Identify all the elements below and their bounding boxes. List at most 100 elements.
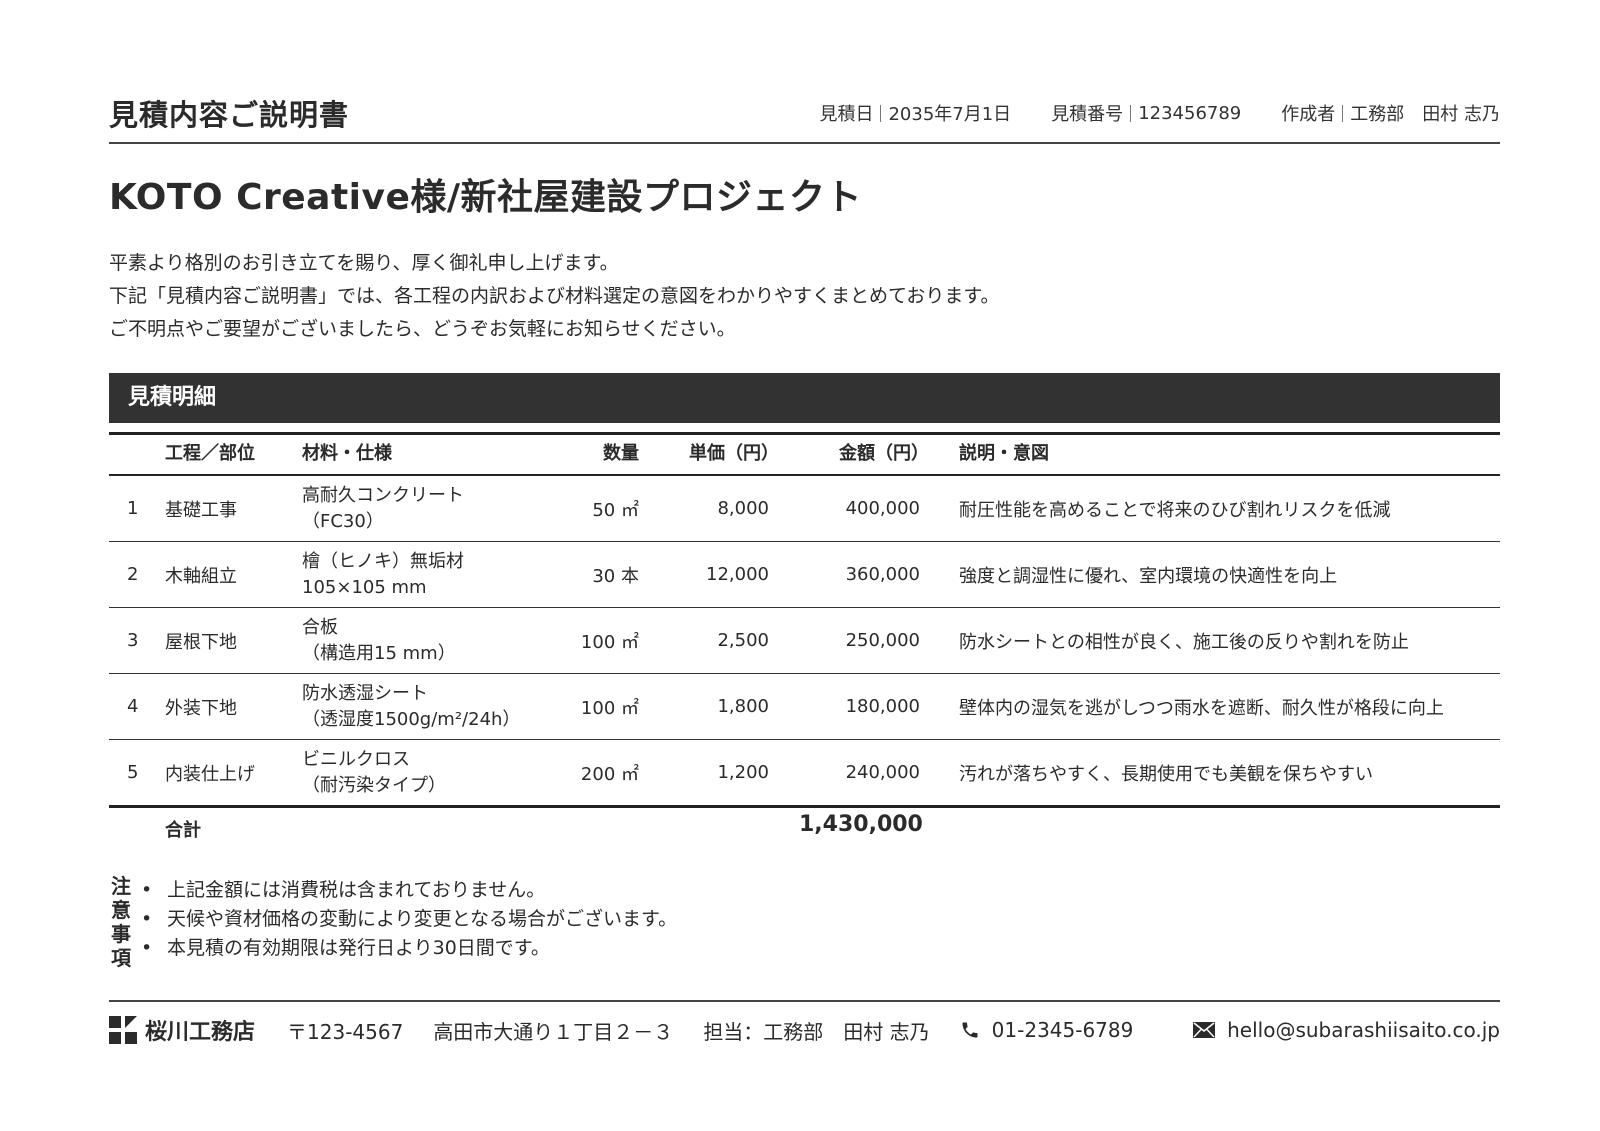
material-spec: （透湿度1500g/m²/24h） [302,708,521,730]
footer-phone: 01-2345-6789 [960,1018,1134,1042]
meta-value: 工務部 田村 志乃 [1350,104,1500,125]
material-name: 合板 [302,616,338,638]
notes-list: • 上記金額には消費税は含まれておりません。 • 天候や資材価格の変動により変更… [141,876,677,963]
intro-text: 平素より格別のお引き立てを賜り、厚く御礼申し上げます。 下記「見積内容ご説明書」… [109,247,1000,346]
email-address: hello@subarashiisaito.co.jp [1227,1018,1500,1042]
table-row: 5 内装仕上げ ビニルクロス （耐汚染タイプ） 200 ㎡ 1,200 240,… [109,740,1500,808]
row-material: 防水透湿シート （透湿度1500g/m²/24h） [302,674,520,739]
header-amount: 金額（円） [839,443,929,464]
row-number: 5 [127,762,139,783]
header-description: 説明・意図 [959,443,1049,464]
footer: 桜川工務店 〒123-4567 高田市大通り１丁目２－３ 担当：工務部 田村 志… [109,1012,1500,1048]
total-amount: 1,430,000 [799,812,923,837]
row-unit-price: 1,800 [717,696,769,717]
material-spec: （FC30） [302,510,384,532]
footer-email: hello@subarashiisaito.co.jp [1193,1018,1500,1042]
table-row: 3 屋根下地 合板 （構造用15 mm） 100 ㎡ 2,500 250,000… [109,608,1500,674]
note-item: • 上記金額には消費税は含まれておりません。 [141,876,677,905]
header-divider [109,142,1500,144]
notes-label-char: 意 [111,898,131,922]
phone-number: 01-2345-6789 [991,1018,1134,1042]
row-process: 屋根下地 [165,631,237,653]
bullet-icon: • [141,908,153,930]
footer-contact: 担当：工務部 田村 志乃 [703,1019,930,1044]
note-text: 天候や資材価格の変動により変更となる場合がございます。 [167,908,678,930]
header-unit-price: 単価（円） [689,443,779,464]
estimate-document: 見積内容ご説明書 見積日 2035年7月1日 見積番号 123456789 作成… [109,0,1500,1131]
row-description: 強度と調湿性に優れ、室内環境の快適性を向上 [959,565,1338,587]
bullet-icon: • [141,879,153,901]
section-title-bar: 見積明細 [109,373,1500,423]
intro-line: ご不明点やご要望がございましたら、どうぞお気軽にお知らせください。 [109,318,736,340]
notes-label-char: 事 [111,922,131,946]
row-number: 2 [127,564,139,585]
row-unit-price: 8,000 [717,498,769,519]
note-text: 上記金額には消費税は含まれておりません。 [167,879,546,901]
meta-value: 123456789 [1138,102,1242,124]
row-process: 内装仕上げ [165,763,255,785]
phone-icon [960,1020,980,1040]
footer-postal: 〒123-4567 [287,1019,404,1044]
intro-line: 平素より格別のお引き立てを賜り、厚く御礼申し上げます。 [109,252,619,274]
row-amount: 180,000 [845,696,920,717]
header-qty: 数量 [603,443,639,464]
company-name: 桜川工務店 [145,1020,256,1045]
header-process: 工程／部位 [165,443,255,464]
meta-label: 見積日 [819,104,874,125]
header-material: 材料・仕様 [302,443,392,464]
footer-divider [109,1000,1500,1002]
row-number: 3 [127,630,139,651]
mail-icon [1193,1022,1216,1038]
note-item: • 本見積の有効期限は発行日より30日間です。 [141,934,677,963]
table-total-row: 合計 1,430,000 [109,808,1500,852]
row-process: 外装下地 [165,697,237,719]
row-amount: 360,000 [845,564,920,585]
notes-label: 注 意 事 項 [109,874,133,970]
project-title: KOTO Creative様/新社屋建設プロジェクト [109,177,863,218]
row-qty: 30 本 [592,565,639,587]
total-label: 合計 [165,820,201,841]
material-name: ビニルクロス [302,748,410,770]
row-material: 檜（ヒノキ）無垢材 105×105 mm [302,542,464,607]
document-title: 見積内容ご説明書 [109,98,350,132]
row-amount: 400,000 [845,498,920,519]
document-meta: 見積日 2035年7月1日 見積番号 123456789 作成者 工務部 田村 … [819,100,1500,126]
bullet-icon: • [141,937,153,959]
estimate-table: 工程／部位 材料・仕様 数量 単価（円） 金額（円） 説明・意図 1 基礎工事 … [109,432,1500,852]
logo-icon [109,1016,137,1044]
row-amount: 250,000 [845,630,920,651]
row-material: 高耐久コンクリート （FC30） [302,476,464,541]
row-unit-price: 2,500 [717,630,769,651]
material-name: 高耐久コンクリート [302,484,464,506]
meta-divider [880,104,882,122]
row-qty: 100 ㎡ [580,697,639,719]
row-process: 木軸組立 [165,565,237,587]
row-number: 4 [127,696,139,717]
meta-value: 2035年7月1日 [888,104,1012,125]
row-process: 基礎工事 [165,499,237,521]
footer-address: 高田市大通り１丁目２－３ [433,1019,674,1044]
row-qty: 100 ㎡ [580,631,639,653]
row-material: 合板 （構造用15 mm） [302,608,456,673]
row-material: ビニルクロス （耐汚染タイプ） [302,740,446,805]
table-row: 4 外装下地 防水透湿シート （透湿度1500g/m²/24h） 100 ㎡ 1… [109,674,1500,740]
row-unit-price: 12,000 [706,564,769,585]
material-name: 檜（ヒノキ）無垢材 [302,550,464,572]
meta-label: 作成者 [1281,104,1336,125]
meta-label: 見積番号 [1051,104,1124,125]
note-item: • 天候や資材価格の変動により変更となる場合がございます。 [141,905,677,934]
meta-estimate-number: 見積番号 123456789 [1051,100,1241,126]
intro-line: 下記「見積内容ご説明書」では、各工程の内訳および材料選定の意図をわかりやすくまと… [109,285,1000,307]
row-qty: 200 ㎡ [580,763,639,785]
note-text: 本見積の有効期限は発行日より30日間です。 [167,937,550,959]
material-spec: （構造用15 mm） [302,642,456,664]
table-row: 1 基礎工事 高耐久コンクリート （FC30） 50 ㎡ 8,000 400,0… [109,476,1500,542]
table-header: 工程／部位 材料・仕様 数量 単価（円） 金額（円） 説明・意図 [109,432,1500,476]
table-row: 2 木軸組立 檜（ヒノキ）無垢材 105×105 mm 30 本 12,000 … [109,542,1500,608]
row-description: 防水シートとの相性が良く、施工後の反りや割れを防止 [959,631,1409,653]
meta-divider [1342,104,1344,122]
notes-label-char: 注 [111,874,131,898]
meta-estimate-date: 見積日 2035年7月1日 [819,100,1011,126]
notes-label-char: 項 [111,946,131,970]
material-spec: 105×105 mm [302,576,427,598]
